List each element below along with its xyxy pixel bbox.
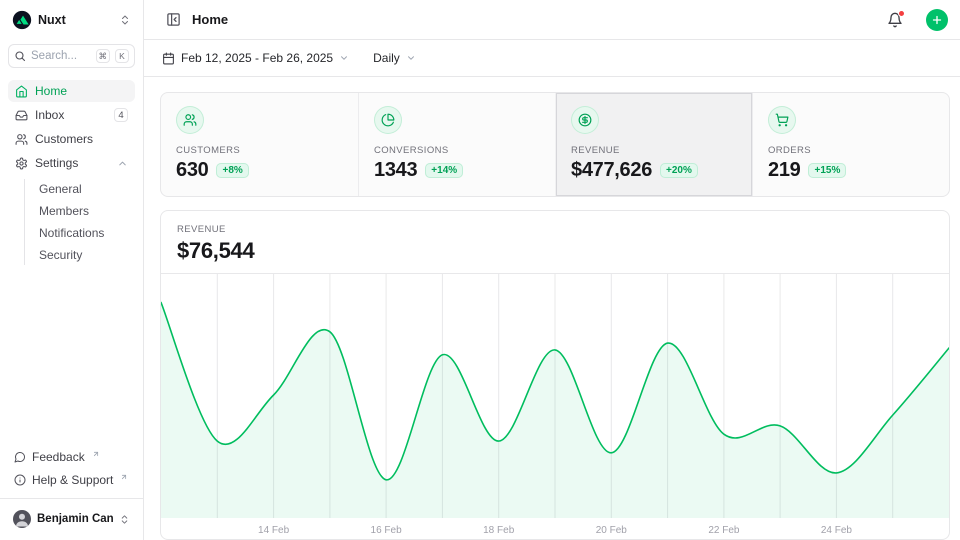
x-axis-label: 22 Feb <box>708 525 740 536</box>
settings-sub-list: General Members Notifications Security <box>24 179 135 265</box>
plus-icon <box>931 14 943 26</box>
stat-card-revenue[interactable]: REVENUE $477,626 +20% <box>555 93 752 196</box>
period-label: Daily <box>373 51 400 65</box>
calendar-icon <box>162 52 175 65</box>
stat-label: ORDERS <box>768 145 934 156</box>
kbd-k-key: K <box>115 49 129 63</box>
date-range-picker[interactable]: Feb 12, 2025 - Feb 26, 2025 <box>156 47 355 69</box>
shopping-cart-icon <box>768 106 796 134</box>
x-axis-label: 24 Feb <box>821 525 853 536</box>
gear-icon <box>15 157 28 170</box>
stat-value: 1343 <box>374 159 417 182</box>
chevrons-up-down-icon <box>119 514 130 525</box>
feedback-label: Feedback <box>32 450 85 464</box>
stat-card-conversions[interactable]: CONVERSIONS 1343 +14% <box>358 93 555 196</box>
sidebar-item-security[interactable]: Security <box>35 245 135 265</box>
page-title: Home <box>192 12 876 27</box>
x-axis-label: 16 Feb <box>371 525 403 536</box>
sidebar-item-label: Customers <box>35 132 128 146</box>
revenue-chart-card: REVENUE $76,544 14 Feb 16 Feb 18 Feb 20 Feb… <box>160 210 950 540</box>
stat-delta-badge: +8% <box>216 163 248 178</box>
chart-header: REVENUE $76,544 <box>161 211 949 273</box>
sidebar-item-label: Inbox <box>35 108 107 122</box>
stat-label: CONVERSIONS <box>374 145 540 156</box>
dashboard-content: CUSTOMERS 630 +8% CONVERSIONS 1343 +14% … <box>144 77 960 540</box>
x-axis-label: 18 Feb <box>483 525 515 536</box>
chart-metric-label: REVENUE <box>177 224 933 235</box>
house-icon <box>15 85 28 98</box>
chevron-down-icon <box>406 53 416 63</box>
sidebar-divider <box>0 498 143 499</box>
help-support-label: Help & Support <box>32 473 113 487</box>
search-icon <box>14 50 26 62</box>
sidebar-item-general[interactable]: General <box>35 179 135 199</box>
date-range-label: Feb 12, 2025 - Feb 26, 2025 <box>181 51 333 65</box>
notifications-button[interactable] <box>885 10 905 30</box>
main-panel: Home Feb 12, 2025 - Feb 26, 2025 Daily C… <box>144 0 960 540</box>
stats-row: CUSTOMERS 630 +8% CONVERSIONS 1343 +14% … <box>160 92 950 197</box>
stat-delta-badge: +15% <box>808 163 846 178</box>
collapse-sidebar-button[interactable] <box>164 10 183 29</box>
feedback-link[interactable]: Feedback <box>8 446 135 468</box>
avatar <box>13 510 31 528</box>
external-link-arrow-icon <box>120 473 128 481</box>
sidebar-item-label: Settings <box>35 156 110 170</box>
stat-card-orders[interactable]: ORDERS 219 +15% <box>752 93 949 196</box>
sidebar-item-inbox[interactable]: Inbox 4 <box>8 104 135 126</box>
nuxt-logo-icon <box>12 10 32 30</box>
search-input[interactable]: Search... ⌘ K <box>8 44 135 68</box>
stat-label: REVENUE <box>571 145 737 156</box>
stat-delta-badge: +20% <box>660 163 698 178</box>
chevron-up-icon <box>117 158 128 169</box>
info-icon <box>14 474 26 486</box>
workspace-switcher[interactable]: Nuxt <box>8 8 135 32</box>
pie-chart-icon <box>374 106 402 134</box>
x-axis-label: 14 Feb <box>258 525 290 536</box>
user-menu[interactable]: Benjamin Canac <box>8 506 135 532</box>
sidebar: Nuxt Search... ⌘ K Home Inbox 4 Customer… <box>0 0 144 540</box>
topbar: Home <box>144 0 960 40</box>
stat-value: 630 <box>176 159 208 182</box>
sidebar-item-members[interactable]: Members <box>35 201 135 221</box>
stat-label: CUSTOMERS <box>176 145 343 156</box>
sidebar-footer: Feedback Help & Support Benjamin Canac <box>8 446 135 532</box>
kbd-meta-key: ⌘ <box>96 49 111 63</box>
users-icon <box>15 133 28 146</box>
stat-card-customers[interactable]: CUSTOMERS 630 +8% <box>161 93 358 196</box>
chevron-down-icon <box>339 53 349 63</box>
revenue-area-chart[interactable]: 14 Feb 16 Feb 18 Feb 20 Feb 22 Feb 24 Feb <box>161 273 949 539</box>
notification-dot <box>898 10 905 17</box>
sidebar-item-customers[interactable]: Customers <box>8 128 135 150</box>
search-placeholder: Search... <box>31 50 91 62</box>
message-circle-icon <box>14 451 26 463</box>
workspace-name: Nuxt <box>38 13 113 27</box>
add-button[interactable] <box>926 9 948 31</box>
x-axis-label: 20 Feb <box>596 525 628 536</box>
sidebar-item-home[interactable]: Home <box>8 80 135 102</box>
help-support-link[interactable]: Help & Support <box>8 469 135 491</box>
panel-left-close-icon <box>166 12 181 27</box>
inbox-count-badge: 4 <box>114 108 128 122</box>
period-select[interactable]: Daily <box>367 47 422 69</box>
external-link-arrow-icon <box>92 450 100 458</box>
filters-toolbar: Feb 12, 2025 - Feb 26, 2025 Daily <box>144 40 960 77</box>
stat-value: $477,626 <box>571 159 652 182</box>
users-icon <box>176 106 204 134</box>
stat-delta-badge: +14% <box>425 163 463 178</box>
sidebar-item-settings[interactable]: Settings <box>8 152 135 174</box>
inbox-icon <box>15 109 28 122</box>
stat-value: 219 <box>768 159 800 182</box>
sidebar-item-notifications[interactable]: Notifications <box>35 223 135 243</box>
circle-dollar-icon <box>571 106 599 134</box>
chart-metric-value: $76,544 <box>177 238 933 264</box>
sidebar-nav: Home Inbox 4 Customers Settings General … <box>8 80 135 267</box>
sidebar-item-label: Home <box>35 84 128 98</box>
chevrons-up-down-icon <box>119 14 131 26</box>
user-name: Benjamin Canac <box>37 513 113 525</box>
